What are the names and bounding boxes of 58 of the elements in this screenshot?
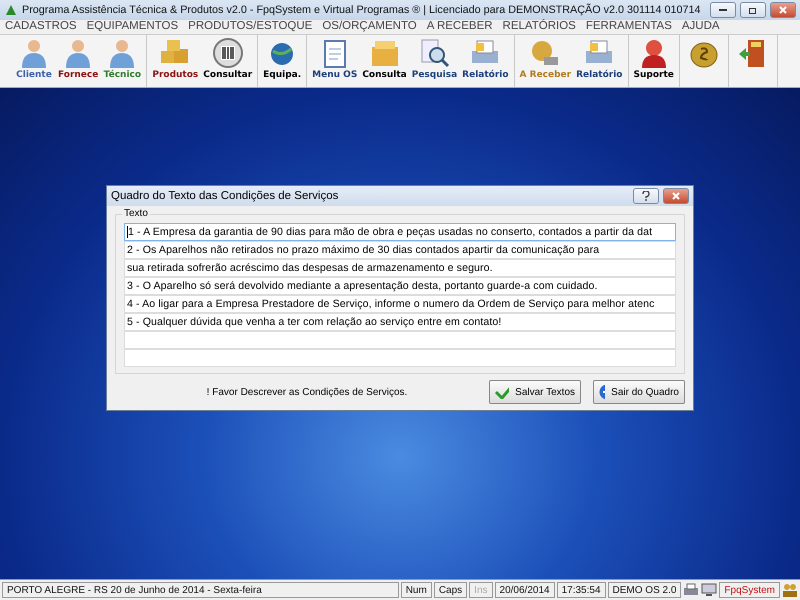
minimize-button[interactable] — [710, 2, 736, 18]
toolbar-button[interactable]: Equipa. — [262, 35, 302, 87]
toolbar-button[interactable]: Produtos — [151, 35, 200, 87]
menu-item[interactable]: A RECEBER — [426, 20, 493, 34]
time-text: 17:35:54 — [556, 582, 606, 598]
help-button[interactable] — [633, 188, 659, 204]
window-title: Programa Assistência Técnica & Produtos v2.0 - FpqSystem e Virtual Programas ® | Licenciado para DEMONSTRAÇÃO v2.0 301114 010714 — [22, 4, 702, 16]
restore-icon — [748, 6, 758, 14]
minimize-icon — [719, 8, 727, 12]
close-icon — [672, 192, 680, 200]
exit-button[interactable]: Sair do Quadro — [593, 380, 685, 404]
menu-item[interactable]: OS/ORÇAMENTO — [322, 20, 417, 34]
menu-item[interactable]: EQUIPAMENTOS — [86, 20, 178, 34]
dialog-title: Quadro do Texto das Condições de Serviços — [111, 190, 340, 202]
text-line-field[interactable]: 4 - Ao ligar para a Empresa Prestadore de Serviço, informe o numero da Ordem de Serviço para melhor atenc — [124, 295, 676, 313]
date-text: 20/06/2014 — [494, 582, 555, 598]
text-line-field[interactable]: sua retirada sofrerão acréscimo das despesas de armazenamento e seguro. — [124, 259, 676, 277]
key-indicator: Caps — [434, 582, 468, 598]
key-indicator: Num — [400, 582, 432, 598]
toolbar-button[interactable]: Consulta — [361, 35, 408, 87]
menu-item[interactable]: RELATÓRIOS — [502, 20, 576, 34]
menu-item[interactable]: AJUDA — [682, 20, 720, 34]
text-line-field[interactable]: 2 - Os Aparelhos não retirados no prazo máximo de 30 dias contados apartir da comunicação para — [124, 241, 676, 259]
check-icon — [495, 385, 510, 399]
toolbar-button[interactable]: Cliente — [14, 35, 54, 87]
toolbar-button[interactable]: Fornece — [57, 35, 100, 87]
close-button[interactable] — [663, 188, 689, 204]
printer-icon[interactable] — [683, 583, 700, 597]
barcode-icon — [210, 37, 245, 69]
menu-item[interactable]: FERRAMENTAS — [586, 20, 672, 34]
key-indicator: Ins — [469, 582, 493, 598]
location-date-text: PORTO ALEGRE - RS 20 de Junho de 2014 - Sexta-feira — [2, 582, 399, 598]
group-label: Texto — [122, 208, 150, 219]
text-line-field[interactable]: 1 - A Empresa da garantia de 90 dias para mão de obra e peças usadas no conserto, contados a partir da dat — [124, 223, 676, 241]
help-icon — [642, 191, 650, 201]
toolbar-button[interactable]: Consultar — [202, 35, 254, 87]
app-icon — [4, 3, 18, 17]
menu-item[interactable]: CADASTROS — [5, 20, 77, 34]
save-button[interactable]: Salvar Textos — [489, 380, 581, 404]
monitor-icon[interactable] — [701, 583, 718, 597]
version-text: DEMO OS 2.0 — [608, 582, 682, 598]
toolbar-button[interactable]: Menu OS — [311, 35, 358, 87]
menu-item[interactable]: PRODUTOS/ESTOQUE — [188, 20, 312, 34]
toolbar-button[interactable]: Técnico — [102, 35, 142, 87]
text-line-field[interactable]: 5 - Qualquer dúvida que venha a ter com relação ao serviço entre em contato! — [124, 313, 676, 331]
restore-button[interactable] — [740, 2, 766, 18]
text-line-field[interactable] — [124, 331, 676, 349]
close-button[interactable] — [770, 2, 796, 18]
people-icon[interactable] — [782, 583, 798, 597]
toolbar-button[interactable]: Suporte — [632, 35, 675, 87]
text-line-field[interactable]: 3 - O Aparelho só será devolvido mediante a apresentação desta, portanto guarde-a com cuidado. — [124, 277, 676, 295]
text-line-field[interactable] — [124, 349, 676, 367]
toolbar-button[interactable]: Pesquisa — [410, 35, 458, 87]
toolbar-button[interactable]: Relatório — [575, 35, 624, 87]
hint-text: ! Favor Descrever as Condições de Serviços. — [206, 386, 408, 398]
brand-text: FpqSystem — [719, 582, 780, 598]
toolbar-button[interactable]: Relatório — [461, 35, 510, 87]
close-icon — [779, 6, 787, 14]
